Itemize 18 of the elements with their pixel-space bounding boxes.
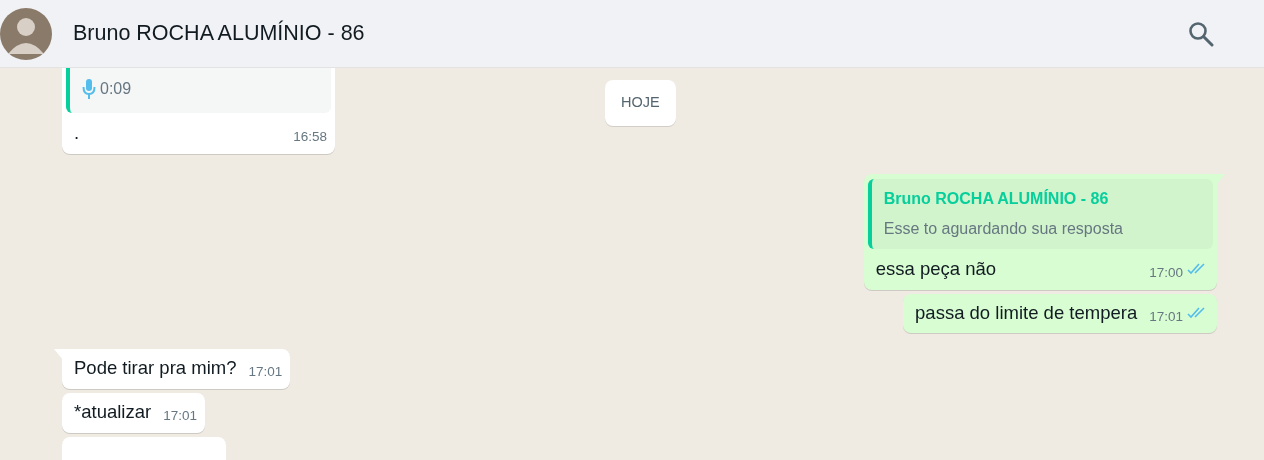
message-text: passa do limite de tempera: [915, 300, 1138, 325]
date-chip: HOJE: [605, 80, 676, 126]
quote-author: Bruno ROCHA ALUMÍNIO - 86: [883, 188, 1110, 209]
message-time: 17:01: [163, 407, 197, 425]
message-time: 17:00: [1149, 263, 1183, 282]
message-time: 16:58: [293, 128, 327, 146]
microphone-icon: [82, 78, 96, 100]
message-time: 17:01: [1149, 307, 1183, 326]
message-text: Pode tirar pra mim?: [74, 356, 237, 381]
quote-text: Esse to aguardando sua resposta: [883, 218, 1123, 239]
message-text: *atualizar: [74, 400, 152, 424]
avatar[interactable]: [0, 7, 52, 60]
contact-name: Bruno ROCHA ALUMÍNIO - 86: [73, 19, 365, 48]
search-icon[interactable]: [1188, 20, 1214, 47]
message-text: essa peça não: [875, 256, 997, 281]
voice-duration: 0:09: [100, 79, 132, 99]
message-time: 17:01: [248, 363, 283, 382]
message-text: .: [74, 121, 80, 145]
